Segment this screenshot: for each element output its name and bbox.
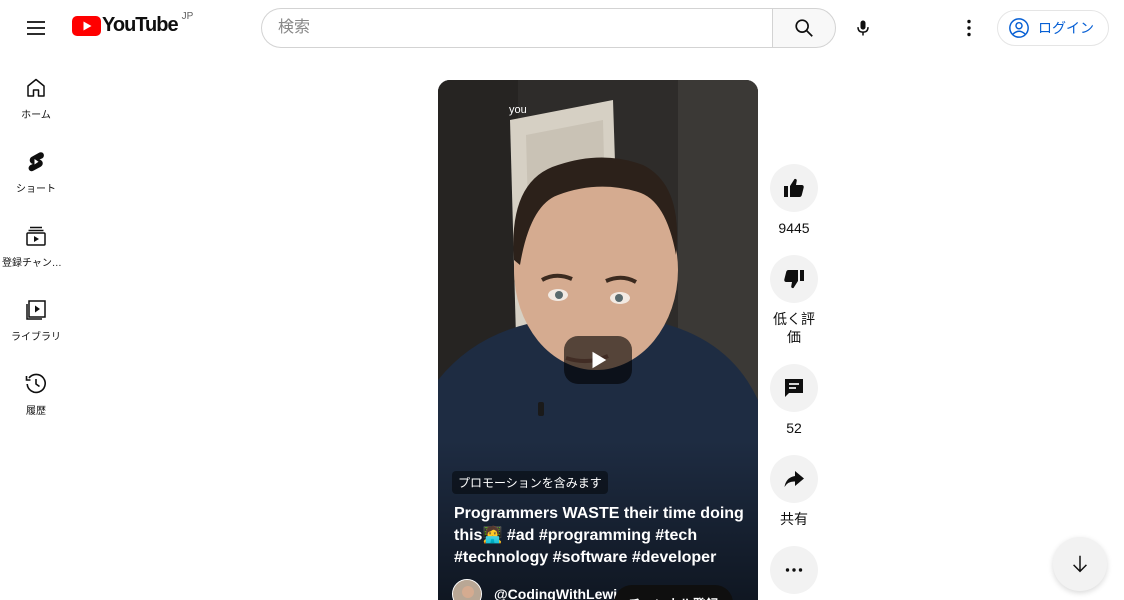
mini-guide: ホーム ショート 登録チャンネル ライブラリ 履歴 xyxy=(0,56,72,426)
search-icon xyxy=(795,19,813,37)
sidebar-item-shorts[interactable]: ショート xyxy=(0,130,72,204)
dislike-action: 低く評価 xyxy=(770,255,818,346)
subscriptions-icon xyxy=(26,226,46,246)
library-icon xyxy=(26,300,46,320)
video-caption-text: you xyxy=(509,104,527,116)
search-box xyxy=(261,8,836,48)
arrow-down-icon xyxy=(1073,555,1087,573)
login-button[interactable]: ログイン xyxy=(997,10,1109,46)
comment-icon xyxy=(785,379,803,397)
more-vertical-icon xyxy=(967,19,971,37)
comments-action: 52 xyxy=(770,364,818,437)
play-icon xyxy=(592,351,607,369)
login-label: ログイン xyxy=(1038,20,1094,36)
comment-count: 52 xyxy=(786,420,802,436)
channel-name[interactable]: @CodingWithLewi xyxy=(494,586,617,600)
menu-icon[interactable] xyxy=(16,8,56,48)
more-options-button[interactable] xyxy=(770,546,818,594)
like-button[interactable] xyxy=(770,164,818,212)
logo-text: YouTube xyxy=(102,14,179,36)
microphone-icon xyxy=(857,20,869,36)
more-horizontal-icon xyxy=(785,568,803,572)
comments-button[interactable] xyxy=(770,364,818,412)
sidebar-item-label: ショート xyxy=(16,184,56,195)
sidebar-item-subscriptions[interactable]: 登録チャンネル xyxy=(0,204,72,278)
channel-avatar[interactable] xyxy=(452,579,482,600)
share-action: 共有 xyxy=(770,455,818,528)
search-input[interactable] xyxy=(261,8,772,48)
dislike-label: 低く評価 xyxy=(773,311,815,345)
sidebar-item-home[interactable]: ホーム xyxy=(0,56,72,130)
shorts-video-player[interactable]: you プロモーションを含みます Programmers WASTE their… xyxy=(438,80,758,600)
history-icon xyxy=(25,373,46,394)
play-button[interactable] xyxy=(564,336,632,384)
shorts-icon xyxy=(28,152,44,172)
sidebar-item-label: 登録チャンネル xyxy=(2,258,70,269)
like-action: 9445 xyxy=(770,164,818,237)
action-bar: 9445 低く評価 52 共有 xyxy=(770,164,818,594)
dislike-button[interactable] xyxy=(770,255,818,303)
paid-promotion-badge[interactable]: プロモーションを含みます xyxy=(452,471,608,494)
youtube-logo[interactable]: YouTube JP xyxy=(72,11,194,37)
thumbs-up-icon xyxy=(784,178,804,197)
masthead: YouTube JP ログイン xyxy=(0,0,1124,56)
sidebar-item-history[interactable]: 履歴 xyxy=(0,352,72,426)
search-button[interactable] xyxy=(772,8,836,48)
next-video-button[interactable] xyxy=(1053,537,1107,591)
more-action xyxy=(770,546,818,594)
avatar-image xyxy=(453,580,481,600)
region-code: JP xyxy=(181,11,194,22)
voice-search-button[interactable] xyxy=(843,8,883,48)
sidebar-item-library[interactable]: ライブラリ xyxy=(0,278,72,352)
like-count: 9445 xyxy=(778,220,810,236)
youtube-play-logo-icon xyxy=(72,15,101,36)
thumbs-down-icon xyxy=(784,270,804,289)
video-title: Programmers WASTE their time doing this🧑… xyxy=(454,505,744,566)
sidebar-item-label: 履歴 xyxy=(26,406,46,417)
subscribe-button[interactable]: チャンネル登録 xyxy=(614,585,733,600)
settings-more-button[interactable] xyxy=(949,8,989,48)
share-icon xyxy=(784,471,804,487)
sidebar-item-label: ホーム xyxy=(21,110,51,121)
home-icon xyxy=(27,78,45,97)
share-label: 共有 xyxy=(780,511,808,527)
sidebar-item-label: ライブラリ xyxy=(11,332,61,343)
share-button[interactable] xyxy=(770,455,818,503)
account-icon xyxy=(1009,18,1029,38)
